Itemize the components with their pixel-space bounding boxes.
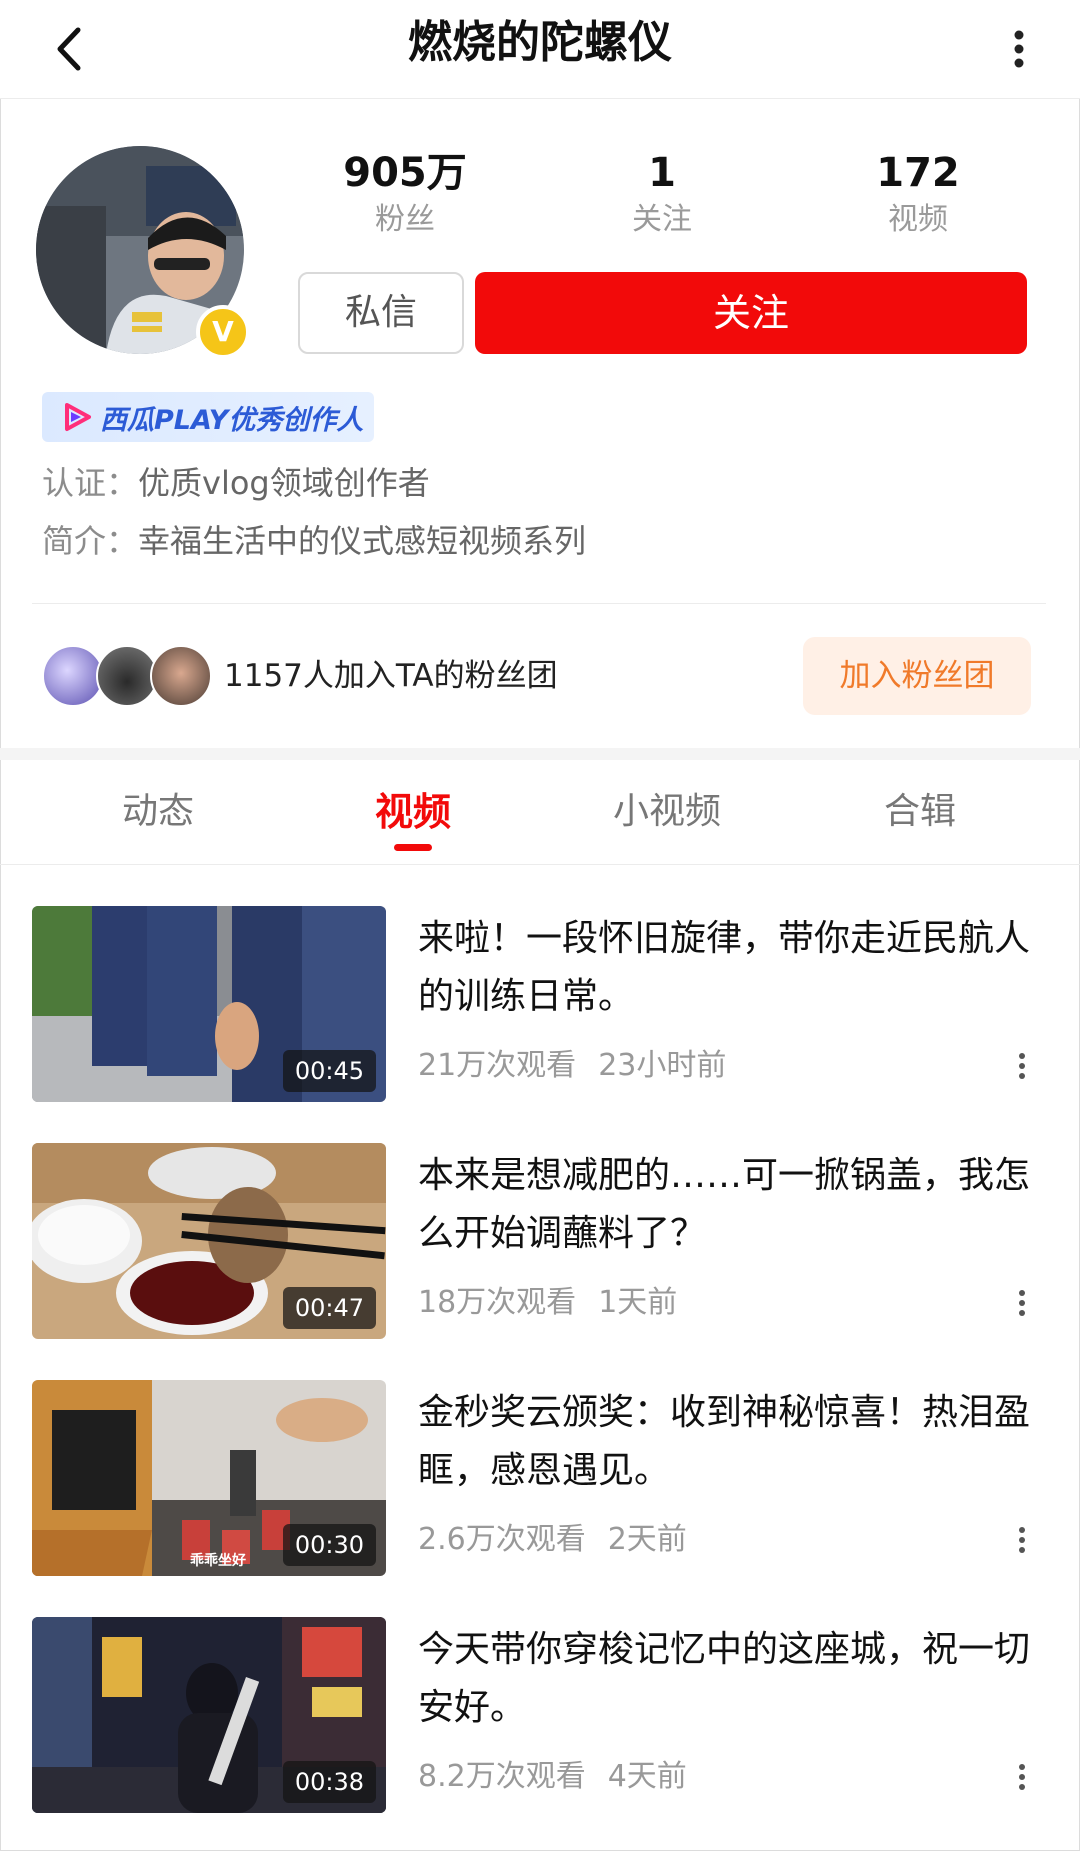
top-bar: 燃烧的陀螺仪 bbox=[0, 0, 1080, 99]
tab-short-videos[interactable]: 小视频 bbox=[567, 760, 767, 864]
more-vertical-icon bbox=[1019, 1053, 1025, 1079]
back-button[interactable] bbox=[34, 14, 104, 84]
more-options-button[interactable] bbox=[984, 14, 1054, 84]
video-title[interactable]: 来啦！一段怀旧旋律，带你走近民航人的训练日常。 bbox=[418, 910, 1042, 1026]
video-time: 2天前 bbox=[607, 1522, 687, 1557]
stat-videos-label: 视频 bbox=[888, 202, 948, 237]
intro-label: 简介： bbox=[42, 522, 139, 560]
video-more-button[interactable] bbox=[1008, 1285, 1036, 1321]
back-arrow-icon bbox=[57, 27, 81, 71]
video-more-button[interactable] bbox=[1008, 1048, 1036, 1084]
video-time: 4天前 bbox=[607, 1759, 687, 1794]
video-meta: 21万次观看 23小时前 bbox=[418, 1046, 726, 1086]
video-duration: 00:30 bbox=[282, 1524, 376, 1566]
creator-badge[interactable]: 西瓜PLAY优秀创作人 bbox=[42, 392, 374, 442]
verified-badge-icon: V bbox=[196, 305, 250, 359]
divider bbox=[32, 603, 1046, 604]
video-list-item[interactable]: 乖乖坐好 00:30 金秒奖云颁奖：收到神秘惊喜！热泪盈眶，感恩遇见。 2.6万… bbox=[32, 1380, 1048, 1576]
video-views: 18万次观看 bbox=[418, 1285, 577, 1320]
more-vertical-icon bbox=[1019, 1764, 1025, 1790]
video-time: 23小时前 bbox=[598, 1048, 727, 1083]
stat-following[interactable]: 1 关注 bbox=[562, 148, 762, 242]
video-views: 8.2万次观看 bbox=[418, 1759, 586, 1794]
video-meta: 18万次观看 1天前 bbox=[418, 1283, 677, 1323]
more-vertical-icon bbox=[1019, 1527, 1025, 1553]
fan-club-count: 1157人加入TA的粉丝团 bbox=[224, 658, 558, 694]
page-title: 燃烧的陀螺仪 bbox=[408, 17, 672, 68]
creator-badge-label: 西瓜PLAY优秀创作人 bbox=[100, 404, 364, 436]
video-time: 1天前 bbox=[598, 1285, 678, 1320]
video-thumbnail[interactable]: 00:47 bbox=[32, 1143, 386, 1339]
video-views: 21万次观看 bbox=[418, 1048, 577, 1083]
video-duration: 00:45 bbox=[282, 1050, 376, 1092]
stat-fans-label: 粉丝 bbox=[375, 202, 435, 237]
video-more-button[interactable] bbox=[1008, 1759, 1036, 1795]
fan-avatar bbox=[150, 645, 212, 707]
video-meta: 2.6万次观看 2天前 bbox=[418, 1520, 687, 1560]
more-vertical-icon bbox=[1014, 30, 1024, 68]
video-meta: 8.2万次观看 4天前 bbox=[418, 1757, 687, 1797]
video-thumbnail[interactable]: 00:45 bbox=[32, 906, 386, 1102]
intro-line: 简介：幸福生活中的仪式感短视频系列 bbox=[42, 516, 586, 562]
certification-label: 认证： bbox=[42, 464, 139, 502]
video-title[interactable]: 金秒奖云颁奖：收到神秘惊喜！热泪盈眶，感恩遇见。 bbox=[418, 1384, 1042, 1500]
active-tab-indicator bbox=[394, 844, 432, 851]
fan-avatar bbox=[42, 645, 104, 707]
video-views: 2.6万次观看 bbox=[418, 1522, 586, 1557]
certification-value: 优质vlog领域创作者 bbox=[138, 464, 430, 502]
stat-following-label: 关注 bbox=[632, 202, 692, 237]
fan-avatar bbox=[96, 645, 158, 707]
video-title[interactable]: 今天带你穿梭记忆中的这座城，祝一切安好。 bbox=[418, 1621, 1042, 1737]
stat-videos-count: 172 bbox=[876, 150, 960, 196]
follow-button[interactable]: 关注 bbox=[475, 272, 1027, 354]
video-list-item[interactable]: 00:45 来啦！一段怀旧旋律，带你走近民航人的训练日常。 21万次观看 23小时… bbox=[32, 906, 1048, 1102]
stat-following-count: 1 bbox=[648, 150, 676, 196]
video-thumbnail-caption: 乖乖坐好 bbox=[190, 1553, 246, 1569]
fan-club-avatars[interactable] bbox=[42, 645, 222, 707]
video-more-button[interactable] bbox=[1008, 1522, 1036, 1558]
more-vertical-icon bbox=[1019, 1290, 1025, 1316]
stat-fans-count: 905万 bbox=[343, 150, 467, 196]
certification-line: 认证：优质vlog领域创作者 bbox=[42, 458, 430, 504]
video-list-item[interactable]: 00:47 本来是想减肥的……可一掀锅盖，我怎么开始调蘸料了？ 18万次观看 1天… bbox=[32, 1143, 1048, 1339]
tab-collections[interactable]: 合辑 bbox=[820, 760, 1020, 864]
message-button[interactable]: 私信 bbox=[298, 272, 464, 354]
video-thumbnail[interactable]: 00:38 bbox=[32, 1617, 386, 1813]
video-thumbnail[interactable]: 乖乖坐好 00:30 bbox=[32, 1380, 386, 1576]
stat-fans[interactable]: 905万 粉丝 bbox=[305, 148, 505, 242]
join-fan-club-button[interactable]: 加入粉丝团 bbox=[803, 637, 1031, 715]
section-separator bbox=[0, 748, 1080, 760]
video-duration: 00:47 bbox=[282, 1287, 376, 1329]
video-duration: 00:38 bbox=[282, 1761, 376, 1803]
stat-videos[interactable]: 172 视频 bbox=[818, 148, 1018, 242]
video-list-item[interactable]: 00:38 今天带你穿梭记忆中的这座城，祝一切安好。 8.2万次观看 4天前 bbox=[32, 1617, 1048, 1813]
video-title[interactable]: 本来是想减肥的……可一掀锅盖，我怎么开始调蘸料了？ bbox=[418, 1147, 1042, 1263]
intro-value: 幸福生活中的仪式感短视频系列 bbox=[138, 522, 587, 560]
tab-activity[interactable]: 动态 bbox=[58, 760, 258, 864]
xigua-play-icon bbox=[65, 403, 91, 431]
tab-bar: 动态 视频 小视频 合辑 bbox=[0, 760, 1080, 865]
